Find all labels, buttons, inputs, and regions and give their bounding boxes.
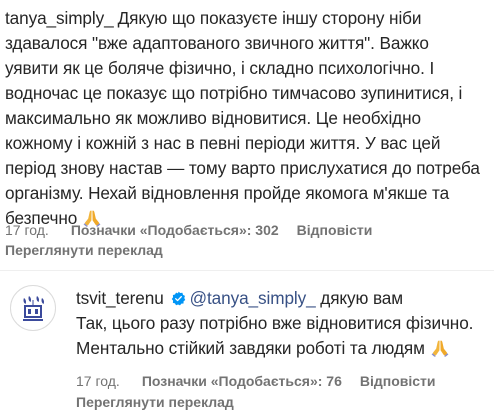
comment-username[interactable]: tanya_simply_: [5, 8, 114, 28]
reply-meta: 17 год. Позначки «Подобається»: 76 Відпо…: [76, 373, 436, 389]
reply-text-inline: дякую вам: [320, 288, 403, 308]
comment-text: Дякую що показуєте іншу сторону ніби зда…: [5, 8, 480, 228]
avatar[interactable]: [10, 285, 56, 331]
comment-translate-button[interactable]: Переглянути переклад: [5, 242, 163, 258]
reply-reply-button[interactable]: Відповісти: [360, 373, 436, 389]
avatar-logo-icon: [23, 296, 44, 321]
reply-username[interactable]: tsvit_terenu: [76, 288, 164, 308]
comment-item: tanya_simply_ Дякую що показуєте іншу сто…: [0, 0, 494, 231]
reply-mention-link[interactable]: @tanya_simply_: [190, 288, 316, 308]
folded-hands-icon: [431, 340, 448, 357]
reply-time[interactable]: 17 год.: [76, 373, 120, 389]
comment-body: tanya_simply_ Дякую що показуєте іншу сто…: [0, 0, 494, 231]
reply-translate-button[interactable]: Переглянути переклад: [76, 394, 234, 410]
reply-body: tsvit_terenu @tanya_simply_ дякую вам Та…: [76, 286, 490, 361]
reply-text: Так, цього разу потрібно вже відновитися…: [76, 313, 474, 358]
verified-badge-icon: [171, 291, 185, 306]
reply-likes-button[interactable]: Позначки «Подобається»: 76: [142, 373, 342, 389]
comment-reply-button[interactable]: Відповісти: [297, 222, 373, 238]
comment-time[interactable]: 17 год.: [5, 222, 49, 238]
divider: [0, 270, 494, 271]
comment-meta: 17 год. Позначки «Подобається»: 302 Відп…: [5, 222, 372, 238]
comment-likes-button[interactable]: Позначки «Подобається»: 302: [71, 222, 279, 238]
